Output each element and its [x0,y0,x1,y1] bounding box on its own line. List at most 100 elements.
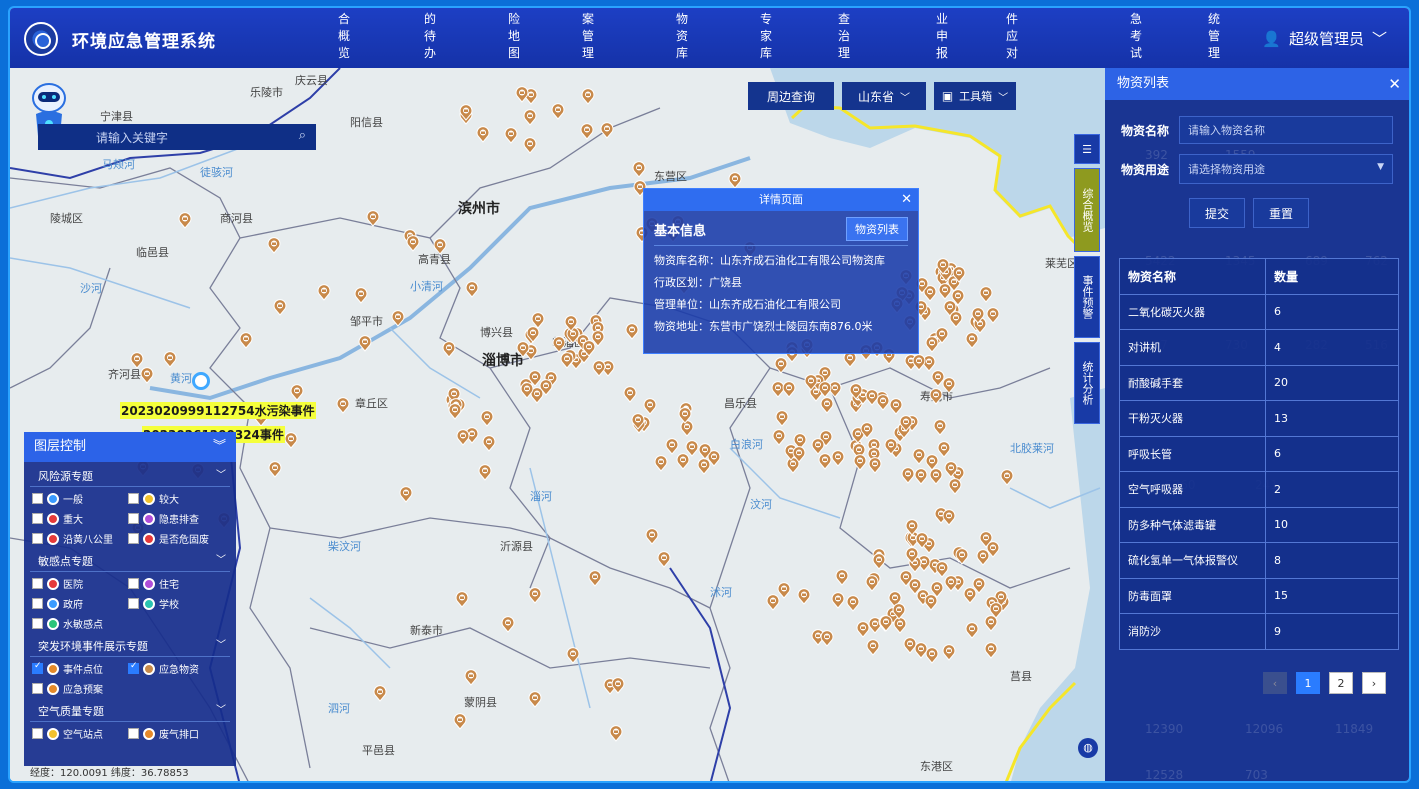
supply-depot-pin-icon[interactable] [516,341,530,358]
supply-depot-pin-icon[interactable] [901,467,915,485]
supply-depot-pin-icon[interactable] [678,406,692,424]
supply-depot-pin-icon[interactable] [643,398,657,415]
submit-button[interactable]: 提交 [1189,198,1245,228]
checkbox[interactable] [32,661,43,674]
supply-depot-pin-icon[interactable] [929,388,943,405]
supply-depot-pin-icon[interactable] [804,374,818,392]
supply-depot-pin-icon[interactable] [552,336,566,353]
checkbox[interactable] [32,618,43,629]
table-row[interactable]: 呼吸长管 6 [1119,435,1399,472]
layer-toggle[interactable]: 学校 [128,595,224,612]
nearby-query-button[interactable]: 周边查询 [748,82,834,110]
supply-depot-pin-icon[interactable] [482,434,496,452]
supply-depot-pin-icon[interactable] [515,86,529,103]
supply-depot-pin-icon[interactable] [654,455,668,472]
layer-toggle[interactable]: 水敏感点 [32,615,128,632]
supply-depot-pin-icon[interactable] [924,594,938,612]
supply-depot-pin-icon[interactable] [456,429,470,446]
supply-depot-pin-icon[interactable] [914,468,928,485]
supply-depot-pin-icon[interactable] [889,398,903,415]
supply-depot-pin-icon[interactable] [611,677,625,695]
supply-depot-pin-icon[interactable] [782,380,796,398]
supply-depot-pin-icon[interactable] [631,412,645,430]
supply-depot-pin-icon[interactable] [818,381,832,398]
supply-depot-pin-icon[interactable] [872,553,886,571]
supply-depot-pin-icon[interactable] [551,102,565,120]
supply-depot-pin-icon[interactable] [846,595,860,613]
close-icon[interactable]: ✕ [1388,68,1401,100]
supply-depot-pin-icon[interactable] [955,548,969,565]
supply-depot-pin-icon[interactable] [140,367,154,384]
supply-depot-pin-icon[interactable] [582,340,596,357]
supply-depot-pin-icon[interactable] [792,446,806,463]
page-button[interactable]: 1 [1296,672,1320,694]
supply-depot-pin-icon[interactable] [929,468,943,485]
tab-event-warning[interactable]: 事件预警 [1074,256,1100,338]
supply-depot-pin-icon[interactable] [464,669,478,686]
supply-depot-pin-icon[interactable] [899,414,913,432]
supply-depot-pin-icon[interactable] [698,443,712,460]
list-toggle-icon[interactable]: ☰ [1074,134,1100,164]
supply-depot-pin-icon[interactable] [971,307,985,324]
supply-depot-pin-icon[interactable] [949,311,963,328]
supply-depot-pin-icon[interactable] [564,315,578,332]
supply-depot-pin-icon[interactable] [476,126,490,144]
table-row[interactable]: 空气呼吸器 2 [1119,471,1399,508]
table-row[interactable]: 消防沙 9 [1119,613,1399,650]
supply-depot-pin-icon[interactable] [560,352,574,369]
checkbox[interactable] [32,728,43,739]
supply-depot-pin-icon[interactable] [868,457,882,474]
supply-use-select[interactable]: 请选择物资用途 ▼ [1179,154,1394,184]
supply-depot-pin-icon[interactable] [905,547,919,564]
supply-depot-pin-icon[interactable] [820,629,834,647]
checkbox[interactable] [32,513,43,524]
supply-depot-pin-icon[interactable] [1000,469,1014,486]
supply-depot-pin-icon[interactable] [366,210,380,228]
supply-depot-pin-icon[interactable] [972,577,986,595]
supply-depot-pin-icon[interactable] [478,463,492,481]
checkbox[interactable] [128,598,139,609]
supply-depot-pin-icon[interactable] [528,691,542,708]
checkbox[interactable] [128,728,139,739]
checkbox[interactable] [128,661,139,674]
supply-depot-pin-icon[interactable] [528,587,542,604]
supply-depot-pin-icon[interactable] [588,570,602,587]
layer-toggle[interactable]: 沿黄八公里 [32,530,128,547]
close-icon[interactable]: ✕ [901,189,912,211]
layer-group-title[interactable]: 突发环境事件展示专题 ﹀ [30,632,230,657]
supply-depot-pin-icon[interactable] [831,449,845,467]
supply-depot-pin-icon[interactable] [965,332,979,349]
layer-group-title[interactable]: 风险源专题 ﹀ [30,462,230,487]
nav-item[interactable]: ▦隐患排查治理 [834,8,858,66]
location-marker-icon[interactable] [192,372,210,390]
tab-overview[interactable]: 综合概览 [1074,168,1100,252]
globe-icon[interactable]: ◍ [1078,738,1098,758]
nav-item[interactable]: ⚙系统管理 [1204,8,1227,66]
layer-toggle[interactable]: 应急物资 [128,660,224,677]
province-select[interactable]: 山东省 ﹀ [842,82,926,110]
checkbox[interactable] [32,598,43,609]
layer-group-title[interactable]: 空气质量专题 ﹀ [30,697,230,722]
nav-item[interactable]: ✎应急专家库 [756,8,778,66]
supply-depot-pin-icon[interactable] [835,569,849,586]
supply-depot-pin-icon[interactable] [448,403,462,420]
table-row[interactable]: 防毒面罩 15 [1119,577,1399,614]
layer-toggle[interactable]: 一般 [32,490,128,507]
supply-depot-pin-icon[interactable] [592,360,606,377]
supply-depot-pin-icon[interactable] [925,336,939,353]
supply-depot-pin-icon[interactable] [797,588,811,605]
supply-depot-pin-icon[interactable] [290,384,304,401]
event-label[interactable]: 2023020999112754水污染事件 [120,402,316,419]
supply-depot-pin-icon[interactable] [811,437,825,455]
supply-depot-pin-icon[interactable] [273,299,287,316]
supply-depot-pin-icon[interactable] [697,457,711,475]
supply-depot-pin-icon[interactable] [849,383,863,401]
supply-depot-pin-icon[interactable] [853,454,867,471]
supply-depot-pin-icon[interactable] [523,109,537,127]
supply-depot-pin-icon[interactable] [865,574,879,592]
supply-depot-pin-icon[interactable] [442,340,456,358]
checkbox[interactable] [128,533,139,544]
layer-toggle[interactable]: 医院 [32,575,128,592]
layer-toggle[interactable]: 废气排口 [128,725,224,742]
checkbox[interactable] [128,513,139,524]
